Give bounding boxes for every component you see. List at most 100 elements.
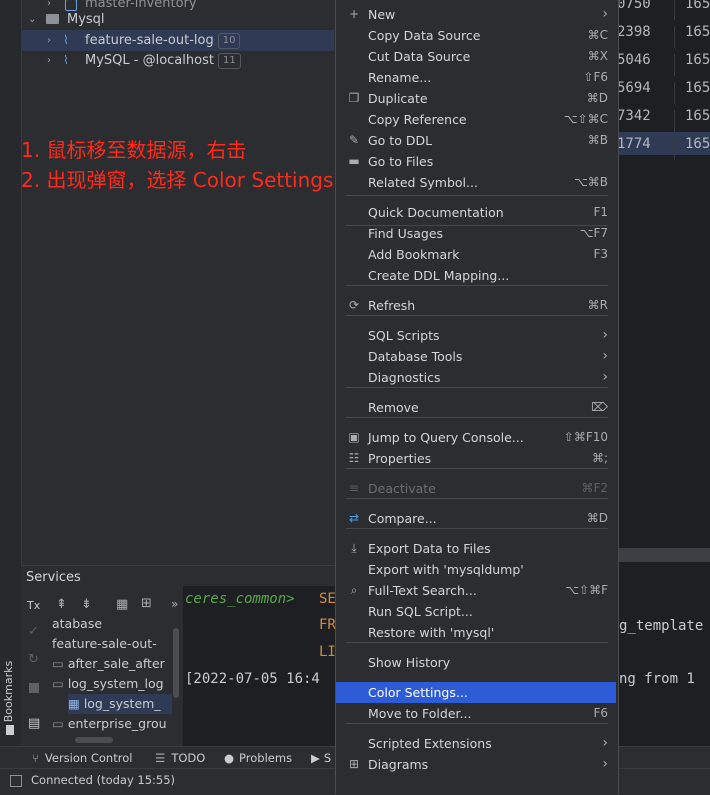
console-keyword: SE — [319, 591, 336, 607]
grid-cell[interactable]: 165 — [685, 0, 710, 15]
services-tab[interactable]: ▶ S — [311, 750, 331, 766]
grid-cell[interactable]: 165 — [685, 22, 710, 43]
menu-item-label: Deactivate — [368, 481, 436, 496]
menu-item-copy-data-source[interactable]: Copy Data Source ⌘C — [336, 25, 618, 46]
grid-cell[interactable]: 7342 — [617, 106, 651, 127]
tx-button[interactable]: Tx — [27, 599, 40, 612]
console-output — [183, 586, 335, 746]
menu-item-go-to-files[interactable]: ▬ Go to Files — [336, 151, 618, 172]
menu-item-compare[interactable]: ⇄ Compare... ⌘D — [336, 508, 618, 529]
menu-item-new[interactable]: + New › — [336, 4, 618, 25]
console-log-line: [2022-07-05 16:4 — [185, 671, 320, 687]
grid-cell[interactable]: 5046 — [617, 50, 651, 71]
menu-item-label: Go to Files — [368, 154, 434, 169]
menu-item-add-bookmark[interactable]: Add Bookmark F3 — [336, 244, 618, 265]
menu-item-export-data-to-files[interactable]: ⤓ Export Data to Files — [336, 538, 618, 559]
menu-item-label: Export Data to Files — [368, 541, 491, 556]
collapse-all-icon[interactable]: ⇟ — [81, 597, 92, 612]
service-item[interactable]: atabase — [52, 614, 102, 634]
menu-item-run-sql-script[interactable]: Run SQL Script... — [336, 601, 618, 622]
menu-item-rename[interactable]: Rename... ⇧F6 — [336, 67, 618, 88]
menu-item-label: Run SQL Script... — [368, 604, 473, 619]
deactivate-icon: ≡ — [348, 481, 360, 495]
service-item[interactable]: ▭ enterprise_grou — [52, 714, 167, 734]
problems-tab[interactable]: ● Problems — [224, 750, 292, 766]
menu-item-label: Refresh — [368, 298, 416, 313]
duplicate-icon: ❐ — [348, 91, 360, 105]
grid-cell[interactable]: 0750 — [617, 0, 651, 15]
console-keyword: FR — [319, 617, 336, 633]
console-prompt: ceres_common> — [185, 591, 295, 607]
menu-item-label: SQL Scripts — [368, 328, 440, 343]
tree-item-label: MySQL - @localhost 11 — [85, 50, 241, 71]
menu-item-go-to-ddl[interactable]: ✎ Go to DDL ⌘B — [336, 130, 618, 151]
menu-item-label: Restore with 'mysql' — [368, 625, 495, 640]
add-service-icon[interactable]: ⊞ — [141, 596, 152, 611]
layout-icon[interactable]: ▤ — [28, 716, 40, 731]
stop-icon[interactable] — [29, 683, 39, 693]
menu-item-color-settings[interactable]: Color Settings... — [336, 682, 616, 703]
service-item[interactable]: ▭ log_system_log — [52, 674, 164, 694]
menu-item-show-history[interactable]: Show History — [336, 652, 618, 673]
menu-item-duplicate[interactable]: ❐ Duplicate ⌘D — [336, 88, 618, 109]
menu-item-cut-data-source[interactable]: Cut Data Source ⌘X — [336, 46, 618, 67]
grid-column-divider — [674, 138, 675, 160]
menu-item-label: Diagnostics — [368, 370, 441, 385]
grid-cell[interactable]: 165 — [685, 134, 710, 155]
tree-item-mysql-localhost[interactable]: › ⌇ MySQL - @localhost 11 — [21, 50, 334, 71]
annotation-line-2: 2. 出现弹窗，选择 Color Settings — [21, 168, 334, 192]
bookmarks-side-tab[interactable]: Bookmarks — [0, 565, 21, 746]
menu-item-create-ddl-mapping[interactable]: Create DDL Mapping... — [336, 265, 618, 286]
menu-item-quick-documentation[interactable]: Quick Documentation F1 — [336, 202, 618, 223]
rerun-icon[interactable]: ↻ — [28, 652, 39, 667]
service-item-selected[interactable]: ▦ log_system_ — [68, 694, 172, 714]
grid-cell[interactable]: 2398 — [617, 22, 651, 43]
menu-item-sql-scripts[interactable]: SQL Scripts › — [336, 325, 618, 346]
group-icon[interactable]: ▦ — [116, 597, 128, 612]
menu-item-move-to-folder[interactable]: Move to Folder... F6 — [336, 703, 618, 724]
menu-item-shortcut: F1 — [593, 205, 608, 219]
grid-cell[interactable]: 165 — [685, 106, 710, 127]
menu-item-copy-reference[interactable]: Copy Reference ⌥⇧⌘C — [336, 109, 618, 130]
grid-cell[interactable]: 1774 — [617, 134, 651, 155]
service-item[interactable]: ▭ after_sale_after — [52, 654, 165, 674]
more-icon[interactable]: » — [171, 597, 178, 611]
menu-item-diagrams[interactable]: ⊞ Diagrams › — [336, 754, 618, 775]
tree-group-mysql[interactable]: ⌄ Mysql — [21, 9, 334, 30]
mysql-datasource-icon: ⌇ — [63, 33, 69, 47]
services-scrollbar[interactable] — [173, 628, 179, 698]
status-text: Connected (today 15:55) — [31, 773, 176, 787]
menu-item-find-usages[interactable]: Find Usages ⌥F7 — [336, 223, 618, 244]
menu-item-jump-to-query-console[interactable]: ▣ Jump to Query Console... ⇧⌘F10 — [336, 427, 618, 448]
tree-item-feature-sale-out-log[interactable]: › ⌇ feature-sale-out-log 10 — [21, 30, 334, 51]
menu-item-properties[interactable]: ☷ Properties ⌘; — [336, 448, 618, 469]
menu-item-shortcut: ⌥⌘B — [573, 175, 608, 189]
grid-column-divider — [674, 0, 675, 20]
todo-tab[interactable]: ☰ TODO — [155, 750, 205, 766]
menu-item-shortcut: ⌦ — [591, 400, 608, 414]
grid-cell[interactable]: 165 — [685, 50, 710, 71]
menu-item-refresh[interactable]: ⟳ Refresh ⌘R — [336, 295, 618, 316]
menu-item-export-with-mysqldump[interactable]: Export with 'mysqldump' — [336, 559, 618, 580]
check-icon[interactable]: ✓ — [28, 624, 39, 639]
menu-item-label: Remove — [368, 400, 419, 415]
grid-cell[interactable]: 5694 — [617, 78, 651, 99]
menu-item-label: Cut Data Source — [368, 49, 471, 64]
grid-cell[interactable]: 165 — [685, 78, 710, 99]
services-hscrollbar[interactable] — [75, 737, 113, 743]
service-item[interactable]: feature-sale-out- — [52, 634, 157, 654]
menu-item-label: Copy Data Source — [368, 28, 481, 43]
menu-item-scripted-extensions[interactable]: Scripted Extensions › — [336, 733, 618, 754]
menu-item-remove[interactable]: Remove ⌦ — [336, 397, 618, 418]
console-fragment: g_template — [619, 618, 704, 634]
version-control-tab[interactable]: ⑂ Version Control — [32, 750, 132, 766]
menu-item-database-tools[interactable]: Database Tools › — [336, 346, 618, 367]
menu-item-restore-with-mysql[interactable]: Restore with 'mysql' — [336, 622, 618, 643]
compare-icon: ⇄ — [348, 511, 360, 525]
expand-all-icon[interactable]: ⇞ — [56, 597, 67, 612]
menu-item-deactivate: ≡ Deactivate ⌘F2 — [336, 478, 618, 499]
submenu-arrow-icon: › — [602, 6, 608, 22]
menu-item-full-text-search[interactable]: ⌕ Full-Text Search... ⌥⇧⌘F — [336, 580, 618, 601]
menu-item-related-symbol[interactable]: Related Symbol... ⌥⌘B — [336, 172, 618, 193]
menu-item-diagnostics[interactable]: Diagnostics › — [336, 367, 618, 388]
